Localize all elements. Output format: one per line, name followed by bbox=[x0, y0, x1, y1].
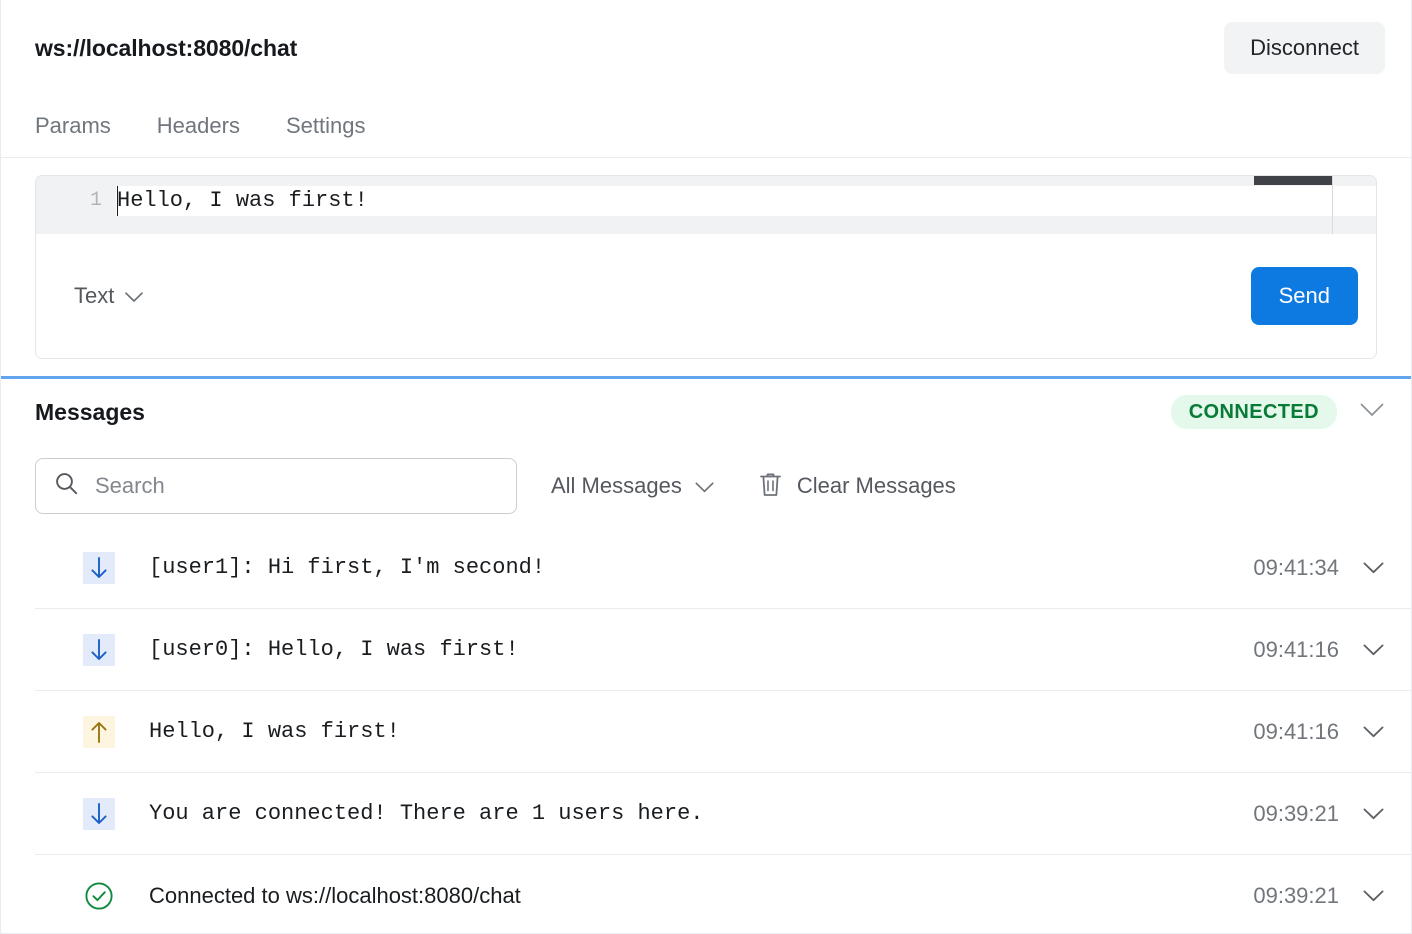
message-text: [user0]: Hello, I was first! bbox=[149, 637, 519, 662]
code-editor-area[interactable]: Hello, I was first! bbox=[116, 176, 1376, 234]
arrow-down-icon bbox=[83, 551, 115, 584]
expand-message-button[interactable] bbox=[1361, 720, 1385, 744]
expand-message-button[interactable] bbox=[1361, 638, 1385, 662]
message-timestamp: 09:39:21 bbox=[1253, 800, 1339, 826]
messages-header: Messages CONNECTED bbox=[1, 379, 1411, 445]
message-composer-wrap: 1 Hello, I was first! Text Send bbox=[1, 158, 1411, 376]
chevron-down-icon bbox=[1360, 403, 1384, 422]
expand-message-button[interactable] bbox=[1361, 802, 1385, 826]
editor-horizontal-scrollbar[interactable] bbox=[1254, 176, 1332, 185]
message-timestamp: 09:39:21 bbox=[1253, 883, 1339, 908]
line-number-gutter: 1 bbox=[36, 176, 116, 216]
tab-params[interactable]: Params bbox=[35, 114, 111, 139]
table-row[interactable]: [user1]: Hi first, I'm second! 09:41:34 bbox=[35, 527, 1411, 609]
websocket-client-window: ws://localhost:8080/chat Disconnect Para… bbox=[0, 0, 1412, 934]
message-text: Connected to ws://localhost:8080/chat bbox=[149, 883, 521, 908]
messages-title: Messages bbox=[35, 398, 145, 425]
message-composer: 1 Hello, I was first! Text Send bbox=[35, 175, 1377, 359]
chevron-down-icon bbox=[125, 285, 144, 307]
message-filter-label: All Messages bbox=[551, 473, 682, 498]
arrow-down-icon bbox=[83, 633, 115, 666]
message-timestamp: 09:41:16 bbox=[1253, 636, 1339, 662]
disconnect-button[interactable]: Disconnect bbox=[1224, 22, 1385, 74]
table-row[interactable]: [user0]: Hello, I was first! 09:41:16 bbox=[35, 609, 1411, 691]
trash-icon bbox=[758, 471, 783, 502]
message-text: You are connected! There are 1 users her… bbox=[149, 801, 704, 826]
connection-header: ws://localhost:8080/chat Disconnect bbox=[1, 0, 1411, 96]
arrow-down-icon bbox=[83, 797, 115, 830]
request-tabs: Params Headers Settings bbox=[1, 96, 1411, 158]
check-circle-icon bbox=[83, 880, 115, 912]
tab-settings[interactable]: Settings bbox=[286, 114, 366, 139]
collapse-messages-button[interactable] bbox=[1359, 399, 1385, 425]
expand-message-button[interactable] bbox=[1361, 556, 1385, 580]
clear-messages-button[interactable]: Clear Messages bbox=[758, 471, 956, 502]
expand-message-button[interactable] bbox=[1361, 884, 1385, 908]
search-input[interactable] bbox=[95, 459, 498, 513]
message-list: [user1]: Hi first, I'm second! 09:41:34 … bbox=[1, 527, 1411, 933]
message-text: Hello, I was first! bbox=[149, 719, 400, 744]
status-badge: CONNECTED bbox=[1170, 395, 1337, 429]
send-button[interactable]: Send bbox=[1250, 267, 1358, 325]
tab-headers[interactable]: Headers bbox=[157, 114, 240, 139]
messages-toolbar: All Messages Clear Messages bbox=[1, 445, 1411, 527]
table-row[interactable]: Connected to ws://localhost:8080/chat 09… bbox=[35, 855, 1411, 933]
message-filter-select[interactable]: All Messages bbox=[551, 475, 714, 497]
table-row[interactable]: Hello, I was first! 09:41:16 bbox=[35, 691, 1411, 773]
message-format-select[interactable]: Text bbox=[74, 283, 144, 308]
text-caret bbox=[117, 186, 118, 216]
message-timestamp: 09:41:34 bbox=[1253, 554, 1339, 580]
search-icon bbox=[54, 471, 79, 501]
connection-url: ws://localhost:8080/chat bbox=[35, 34, 298, 61]
message-format-label: Text bbox=[74, 283, 115, 308]
search-box[interactable] bbox=[35, 458, 517, 514]
table-row[interactable]: You are connected! There are 1 users her… bbox=[35, 773, 1411, 855]
message-timestamp: 09:41:16 bbox=[1253, 718, 1339, 744]
messages-header-actions: CONNECTED bbox=[1170, 395, 1385, 429]
messages-panel: Messages CONNECTED Search All Messages C… bbox=[1, 376, 1411, 933]
composer-footer: Text Send bbox=[36, 234, 1376, 358]
arrow-up-icon bbox=[83, 715, 115, 748]
chevron-down-icon bbox=[695, 475, 714, 497]
clear-messages-label: Clear Messages bbox=[796, 473, 956, 498]
message-text: [user1]: Hi first, I'm second! bbox=[149, 555, 546, 580]
code-editor[interactable]: 1 Hello, I was first! bbox=[36, 176, 1376, 234]
code-line-1[interactable]: Hello, I was first! bbox=[116, 186, 1376, 216]
